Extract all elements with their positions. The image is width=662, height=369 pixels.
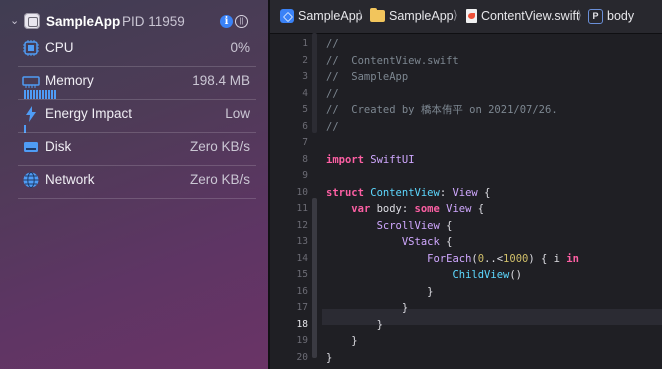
memory-icon <box>22 76 40 88</box>
globe-icon <box>23 172 39 188</box>
process-row[interactable]: ⌄ SampleApp PID 11959 i || <box>0 10 268 34</box>
disk-label: Disk <box>45 139 72 154</box>
gauge-cpu[interactable]: CPU 0% <box>18 35 256 67</box>
gauge-disk[interactable]: Disk Zero KB/s <box>18 134 256 166</box>
line-number-gutter: 123456789101112131415161718192021 <box>270 33 310 369</box>
process-name: SampleApp <box>46 14 121 29</box>
swift-file-icon <box>466 9 477 23</box>
chevron-right-icon: ⟩ <box>453 8 458 22</box>
code-line[interactable]: // <box>326 119 339 135</box>
code-line[interactable]: } <box>326 317 383 333</box>
code-line[interactable]: } <box>326 333 357 349</box>
line-number[interactable]: 13 <box>278 234 308 250</box>
line-number[interactable]: 19 <box>278 333 308 349</box>
cpu-icon <box>23 40 39 56</box>
jumpbar-group[interactable]: SampleApp <box>389 9 454 25</box>
code-line[interactable]: // SampleApp <box>326 69 408 85</box>
divider <box>18 165 256 166</box>
line-number[interactable]: 18 <box>278 317 308 333</box>
jumpbar-project[interactable]: SampleApp <box>298 9 363 25</box>
memory-sparkline <box>24 90 56 99</box>
divider <box>18 132 256 133</box>
line-number[interactable]: 5 <box>278 102 308 118</box>
code-line[interactable]: // <box>326 86 339 102</box>
folder-icon <box>370 8 385 22</box>
code-line[interactable]: } <box>326 350 332 366</box>
network-value: Zero KB/s <box>189 172 250 187</box>
line-number[interactable]: 9 <box>278 168 308 184</box>
line-number[interactable]: 2 <box>278 53 308 69</box>
disk-value: Zero KB/s <box>189 139 250 154</box>
gauge-network[interactable]: Network Zero KB/s <box>18 167 256 199</box>
info-icon[interactable]: i <box>220 15 233 28</box>
jumpbar-symbol[interactable]: body <box>607 9 634 25</box>
code-line[interactable]: struct ContentView: View { <box>326 185 490 201</box>
project-icon <box>280 9 294 23</box>
code-line[interactable]: ForEach(0..<1000) { i in <box>326 251 579 267</box>
line-number[interactable]: 10 <box>278 185 308 201</box>
disk-icon <box>24 142 38 152</box>
source-editor: SampleApp ⟩ SampleApp ⟩ ContentView.swif… <box>270 0 662 369</box>
chevron-right-icon: ⟩ <box>358 8 363 22</box>
code-folding-ribbon[interactable] <box>312 33 320 369</box>
code-line[interactable]: } <box>326 284 433 300</box>
energy-value: Low <box>225 106 250 121</box>
line-number[interactable]: 12 <box>278 218 308 234</box>
code-line[interactable]: ScrollView { <box>326 218 453 234</box>
disclosure-chevron-icon[interactable]: ⌄ <box>10 14 19 27</box>
code-line[interactable]: // ContentView.swift <box>326 53 459 69</box>
line-number[interactable]: 4 <box>278 86 308 102</box>
pause-icon[interactable]: || <box>235 15 248 28</box>
cpu-label: CPU <box>45 40 74 55</box>
code-line[interactable]: ChildView() <box>326 267 522 283</box>
gauge-energy[interactable]: Energy Impact Low <box>18 101 256 133</box>
app-icon <box>24 13 40 29</box>
line-number[interactable]: 11 <box>278 201 308 217</box>
code-line[interactable]: import SwiftUI <box>326 152 415 168</box>
line-number[interactable]: 15 <box>278 267 308 283</box>
line-number[interactable]: 6 <box>278 119 308 135</box>
divider <box>18 66 256 67</box>
debug-navigator: ⌄ SampleApp PID 11959 i || CPU 0% Memory… <box>0 0 268 369</box>
divider <box>18 99 256 100</box>
line-number[interactable]: 3 <box>278 69 308 85</box>
line-number[interactable]: 1 <box>278 36 308 52</box>
jump-bar: SampleApp ⟩ SampleApp ⟩ ContentView.swif… <box>270 0 662 34</box>
chevron-right-icon: ⟩ <box>577 8 582 22</box>
code-line[interactable]: var body: some View { <box>326 201 484 217</box>
line-number[interactable]: 17 <box>278 300 308 316</box>
property-badge-icon: P <box>588 9 603 24</box>
network-label: Network <box>45 172 95 187</box>
process-pid: PID 11959 <box>122 14 185 29</box>
code-line[interactable]: VStack { <box>326 234 453 250</box>
bolt-icon <box>26 106 36 122</box>
line-number[interactable]: 7 <box>278 135 308 151</box>
memory-label: Memory <box>45 73 94 88</box>
divider <box>18 198 256 199</box>
code-line[interactable]: // <box>326 36 339 52</box>
line-number[interactable]: 16 <box>278 284 308 300</box>
gauge-memory[interactable]: Memory 198.4 MB <box>18 68 256 100</box>
line-number[interactable]: 8 <box>278 152 308 168</box>
line-number[interactable]: 20 <box>278 350 308 366</box>
code-line[interactable]: } <box>326 300 408 316</box>
energy-label: Energy Impact <box>45 106 133 121</box>
jumpbar-file[interactable]: ContentView.swift <box>481 9 579 25</box>
line-number[interactable]: 14 <box>278 251 308 267</box>
code-line[interactable]: // Created by 橋本侑平 on 2021/07/26. <box>326 102 558 118</box>
cpu-value: 0% <box>230 40 250 55</box>
memory-value: 198.4 MB <box>192 73 250 88</box>
